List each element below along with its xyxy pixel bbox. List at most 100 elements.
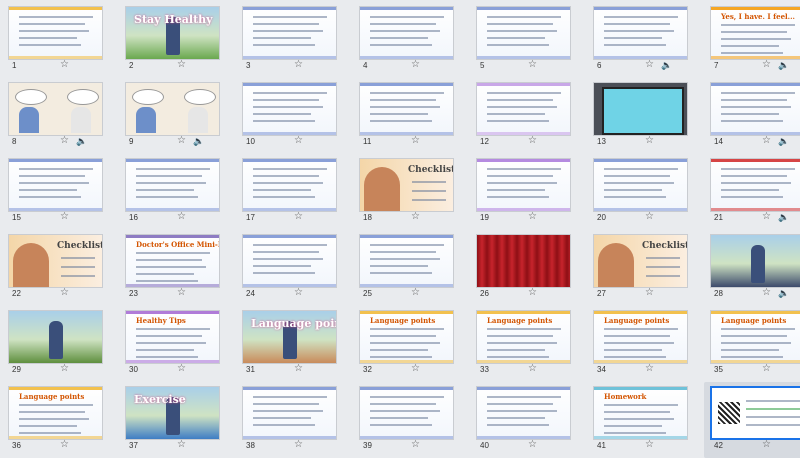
slide-preview[interactable] [710,386,800,440]
slide-thumbnail-16[interactable]: 16 ☆ [119,154,236,230]
slide-preview[interactable]: Language points [8,386,103,440]
slide-preview[interactable] [242,82,337,136]
speaker-icon[interactable]: 🔈 [778,212,789,222]
slide-thumbnail-27[interactable]: Checklist 27 ☆ [587,230,704,306]
slide-preview[interactable] [8,310,103,364]
slide-thumbnail-5[interactable]: 5 ☆ [470,2,587,78]
star-icon[interactable]: ☆ [762,440,771,450]
slide-thumbnail-3[interactable]: 3 ☆ [236,2,353,78]
star-icon[interactable]: ☆ [645,60,654,70]
slide-preview[interactable] [476,234,571,288]
slide-preview[interactable]: Yes, I have. I feel... [710,6,800,60]
star-icon[interactable]: ☆ [528,212,537,222]
star-icon[interactable]: ☆ [60,288,69,298]
slide-thumbnail-29[interactable]: 29 ☆ [2,306,119,382]
slide-preview[interactable] [476,6,571,60]
slide-preview[interactable] [8,82,103,136]
slide-thumbnail-14[interactable]: 14 ☆ 🔈 [704,78,800,154]
slide-preview[interactable]: Stay Healthy [125,6,220,60]
slide-preview[interactable] [125,158,220,212]
slide-thumbnail-31[interactable]: Language points 31 ☆ [236,306,353,382]
speaker-icon[interactable]: 🔈 [778,60,789,70]
slide-thumbnail-34[interactable]: Language points 34 ☆ [587,306,704,382]
speaker-icon[interactable]: 🔈 [661,60,672,70]
star-icon[interactable]: ☆ [60,136,69,146]
slide-thumbnail-21[interactable]: 21 ☆ 🔈 [704,154,800,230]
slide-preview[interactable] [242,386,337,440]
star-icon[interactable]: ☆ [528,60,537,70]
slide-thumbnail-13[interactable]: 13 ☆ [587,78,704,154]
star-icon[interactable]: ☆ [762,364,771,374]
slide-thumbnail-8[interactable]: 8 ☆ 🔈 [2,78,119,154]
slide-preview[interactable] [242,158,337,212]
slide-thumbnail-2[interactable]: Stay Healthy 2 ☆ [119,2,236,78]
star-icon[interactable]: ☆ [411,364,420,374]
star-icon[interactable]: ☆ [294,364,303,374]
star-icon[interactable]: ☆ [60,212,69,222]
star-icon[interactable]: ☆ [762,60,771,70]
star-icon[interactable]: ☆ [411,60,420,70]
star-icon[interactable]: ☆ [645,288,654,298]
star-icon[interactable]: ☆ [528,440,537,450]
slide-thumbnail-39[interactable]: 39 ☆ [353,382,470,458]
slide-thumbnail-35[interactable]: Language points 35 ☆ [704,306,800,382]
star-icon[interactable]: ☆ [645,212,654,222]
slide-thumbnail-20[interactable]: 20 ☆ [587,154,704,230]
slide-preview[interactable]: Language points [242,310,337,364]
slide-thumbnail-32[interactable]: Language points 32 ☆ [353,306,470,382]
slide-preview[interactable] [710,234,800,288]
slide-preview[interactable] [8,158,103,212]
star-icon[interactable]: ☆ [294,60,303,70]
slide-preview[interactable]: Language points [593,310,688,364]
star-icon[interactable]: ☆ [294,440,303,450]
star-icon[interactable]: ☆ [762,212,771,222]
slide-preview[interactable] [359,234,454,288]
star-icon[interactable]: ☆ [177,288,186,298]
slide-thumbnail-41[interactable]: Homework 41 ☆ [587,382,704,458]
slide-thumbnail-25[interactable]: 25 ☆ [353,230,470,306]
slide-thumbnail-9[interactable]: 9 ☆ 🔈 [119,78,236,154]
slide-thumbnail-1[interactable]: 1 ☆ [2,2,119,78]
slide-preview[interactable] [476,158,571,212]
star-icon[interactable]: ☆ [411,212,420,222]
star-icon[interactable]: ☆ [528,288,537,298]
star-icon[interactable]: ☆ [645,136,654,146]
slide-preview[interactable]: Healthy Tips [125,310,220,364]
slide-thumbnail-30[interactable]: Healthy Tips 30 ☆ [119,306,236,382]
speaker-icon[interactable]: 🔈 [778,136,789,146]
slide-preview[interactable]: Checklist [359,158,454,212]
star-icon[interactable]: ☆ [528,136,537,146]
star-icon[interactable]: ☆ [294,288,303,298]
star-icon[interactable]: ☆ [294,212,303,222]
slide-thumbnail-22[interactable]: Checklist 22 ☆ [2,230,119,306]
slide-thumbnail-7[interactable]: Yes, I have. I feel... 7 ☆ 🔈 [704,2,800,78]
slide-preview[interactable] [8,6,103,60]
slide-preview[interactable] [359,82,454,136]
slide-thumbnail-28[interactable]: 28 ☆ 🔈 [704,230,800,306]
star-icon[interactable]: ☆ [177,212,186,222]
slide-preview[interactable]: Language points [476,310,571,364]
slide-thumbnail-37[interactable]: Exercise 37 ☆ [119,382,236,458]
star-icon[interactable]: ☆ [60,364,69,374]
slide-thumbnail-12[interactable]: 12 ☆ [470,78,587,154]
slide-thumbnail-10[interactable]: 10 ☆ [236,78,353,154]
slide-thumbnail-15[interactable]: 15 ☆ [2,154,119,230]
star-icon[interactable]: ☆ [762,288,771,298]
star-icon[interactable]: ☆ [177,440,186,450]
star-icon[interactable]: ☆ [762,136,771,146]
slide-thumbnail-6[interactable]: 6 ☆ 🔈 [587,2,704,78]
slide-thumbnail-26[interactable]: 26 ☆ [470,230,587,306]
slide-preview[interactable] [710,158,800,212]
star-icon[interactable]: ☆ [60,60,69,70]
slide-thumbnail-42[interactable]: 42 ☆ [704,382,800,458]
slide-preview[interactable]: Language points [710,310,800,364]
slide-thumbnail-18[interactable]: Checklist 18 ☆ [353,154,470,230]
slide-preview[interactable] [359,386,454,440]
slide-preview[interactable] [242,234,337,288]
star-icon[interactable]: ☆ [177,136,186,146]
slide-preview[interactable] [125,82,220,136]
slide-preview[interactable] [710,82,800,136]
slide-preview[interactable] [476,82,571,136]
star-icon[interactable]: ☆ [528,364,537,374]
slide-thumbnail-38[interactable]: 38 ☆ [236,382,353,458]
